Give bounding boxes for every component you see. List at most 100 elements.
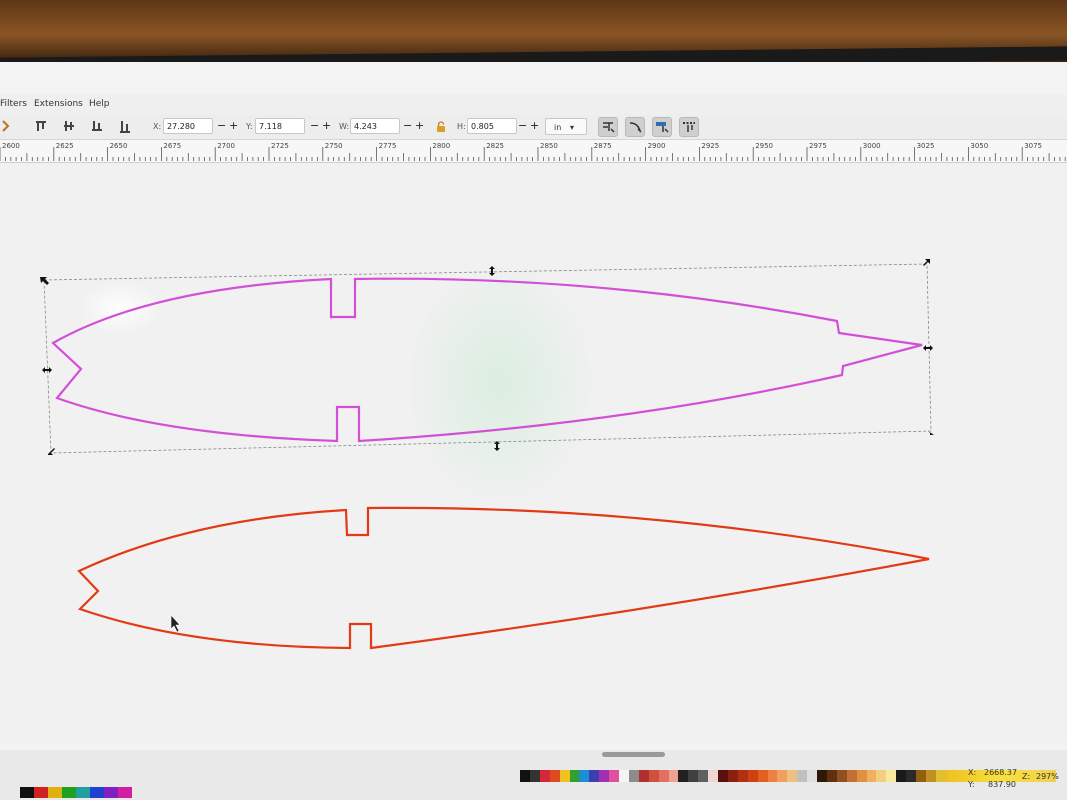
- y-decrement-button[interactable]: −: [310, 120, 319, 132]
- horizontal-scrollbar-thumb[interactable]: [602, 752, 665, 757]
- palette-swatch[interactable]: [90, 787, 104, 798]
- selected-wing-rib-shape[interactable]: [51, 277, 923, 443]
- palette-swatch[interactable]: [886, 770, 897, 782]
- h-field[interactable]: 0.805: [467, 118, 517, 134]
- unit-select[interactable]: in ▾: [545, 118, 587, 135]
- palette-swatch[interactable]: [579, 770, 590, 782]
- palette-swatch[interactable]: [678, 770, 689, 782]
- ruler-label: 3000: [862, 142, 881, 150]
- palette-swatch[interactable]: [708, 770, 719, 782]
- ruler-label: 2625: [55, 142, 74, 150]
- palette-swatch[interactable]: [757, 770, 768, 782]
- x-decrement-button[interactable]: −: [217, 120, 226, 132]
- palette-swatch[interactable]: [767, 770, 778, 782]
- y-field[interactable]: 7.118: [255, 118, 305, 134]
- zoom-label: Z:: [1022, 772, 1031, 781]
- status-bar: X: 2668.37 Y: 837.90 Z: 297%: [0, 750, 1067, 800]
- palette-swatch[interactable]: [935, 770, 947, 782]
- menu-filters[interactable]: Filters: [0, 99, 27, 109]
- palette-swatch[interactable]: [797, 770, 808, 782]
- palette-swatch[interactable]: [619, 770, 630, 782]
- wing-rib-shape[interactable]: [77, 506, 930, 650]
- palette-swatch[interactable]: [658, 770, 669, 782]
- ruler-label: 3050: [970, 142, 989, 150]
- palette-swatch[interactable]: [529, 770, 541, 782]
- horizontal-ruler: 2600 2625 2650 2675 2700 2725 2750 2775 2800 2825…: [0, 140, 1067, 163]
- canvas-svg: [40, 259, 934, 650]
- selection-bbox: [43, 263, 932, 454]
- palette-swatch[interactable]: [539, 770, 551, 782]
- x-increment-button[interactable]: +: [229, 120, 238, 132]
- palette-swatch[interactable]: [906, 770, 917, 782]
- ruler-label: 2875: [593, 142, 612, 150]
- palette-swatch[interactable]: [520, 770, 531, 782]
- palette-swatch[interactable]: [48, 787, 62, 798]
- palette-swatch[interactable]: [34, 787, 48, 798]
- y-increment-button[interactable]: +: [322, 120, 331, 132]
- raise-icon[interactable]: [0, 119, 14, 133]
- palette-swatch[interactable]: [826, 770, 838, 782]
- palette-swatch[interactable]: [916, 770, 927, 782]
- palette-swatch[interactable]: [20, 787, 34, 798]
- palette-swatch[interactable]: [638, 770, 650, 782]
- palette-swatch[interactable]: [118, 787, 132, 798]
- ruler-label: 2725: [271, 142, 289, 150]
- x-field[interactable]: 27.280: [163, 118, 213, 134]
- palette-swatch[interactable]: [925, 770, 937, 782]
- palette-swatch[interactable]: [856, 770, 867, 782]
- palette-swatch[interactable]: [549, 770, 561, 782]
- palette-swatch[interactable]: [589, 770, 600, 782]
- zoom-value[interactable]: 297%: [1036, 772, 1059, 781]
- palette-swatch[interactable]: [836, 770, 848, 782]
- w-field[interactable]: 4.243: [350, 118, 400, 134]
- chevron-down-icon: ▾: [570, 123, 575, 132]
- palette-swatch[interactable]: [817, 770, 828, 782]
- inkscape-window: Filters Extensions Help X: 27.280 − + Y:…: [0, 62, 1067, 800]
- menu-extensions[interactable]: Extensions: [34, 99, 83, 109]
- move-pattern-icon[interactable]: [679, 117, 699, 137]
- palette-swatch[interactable]: [727, 770, 739, 782]
- menu-help[interactable]: Help: [89, 99, 110, 109]
- ruler-label: 2850: [540, 142, 558, 150]
- distribute-icon[interactable]: [90, 119, 104, 133]
- palette-swatch[interactable]: [698, 770, 709, 782]
- align-middle-icon[interactable]: [62, 119, 76, 133]
- palette-swatch[interactable]: [866, 770, 877, 782]
- h-increment-button[interactable]: +: [530, 120, 539, 132]
- h-decrement-button[interactable]: −: [518, 120, 527, 132]
- palette-swatch[interactable]: [76, 787, 90, 798]
- palette-swatch[interactable]: [777, 770, 788, 782]
- palette-swatch[interactable]: [668, 770, 679, 782]
- palette-swatch[interactable]: [718, 770, 729, 782]
- move-gradient-icon[interactable]: [652, 117, 672, 137]
- ruler-label: 2600: [2, 142, 20, 150]
- palette-swatch[interactable]: [896, 770, 907, 782]
- y-label: Y:: [246, 122, 253, 131]
- palette-swatch[interactable]: [559, 770, 570, 782]
- palette-swatch[interactable]: [648, 770, 660, 782]
- palette-swatch[interactable]: [807, 770, 818, 782]
- palette-swatch[interactable]: [876, 770, 887, 782]
- scale-stroke-icon[interactable]: [598, 117, 618, 137]
- scale-corners-icon[interactable]: [625, 117, 645, 137]
- palette-swatch[interactable]: [787, 770, 798, 782]
- palette-swatch[interactable]: [846, 770, 858, 782]
- align-top-icon[interactable]: [34, 119, 48, 133]
- lock-icon[interactable]: [436, 121, 446, 135]
- cursor-x-value: 2668.37: [984, 768, 1018, 777]
- palette-swatch[interactable]: [62, 787, 76, 798]
- w-increment-button[interactable]: +: [415, 120, 424, 132]
- handle-bottom-right: [928, 431, 934, 435]
- align-bottom-icon[interactable]: [118, 119, 132, 133]
- palette-swatch[interactable]: [609, 770, 620, 782]
- palette-swatch[interactable]: [104, 787, 118, 798]
- palette-swatch[interactable]: [569, 770, 580, 782]
- palette-swatch[interactable]: [737, 770, 749, 782]
- palette-swatch[interactable]: [599, 770, 610, 782]
- drawing-canvas[interactable]: [0, 163, 1067, 743]
- palette-swatch[interactable]: [688, 770, 699, 782]
- palette-swatch[interactable]: [747, 770, 759, 782]
- palette-swatch[interactable]: [628, 770, 640, 782]
- w-decrement-button[interactable]: −: [403, 120, 412, 132]
- ruler-label: 3075: [1024, 142, 1043, 150]
